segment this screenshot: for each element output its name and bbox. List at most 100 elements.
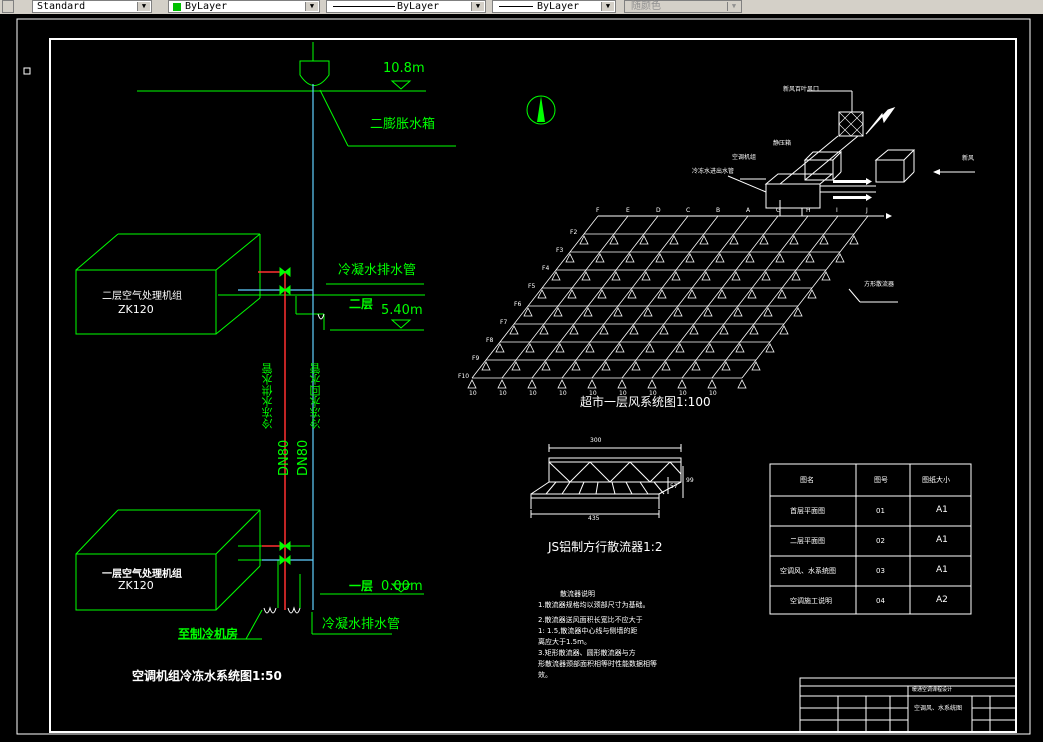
drawing-canvas[interactable]: 10.8m 二膨胀水箱 冷凝水排水管 二层 5.40m 二层空气处理机组 ZK1… xyxy=(0,14,1043,742)
row-label: F2 xyxy=(570,229,578,236)
bottom-label: 10 xyxy=(469,390,477,397)
color-value: ByLayer xyxy=(185,1,228,12)
row-label: F6 xyxy=(514,301,522,308)
chw-pipe-label: 冷冻水进出水管 xyxy=(692,168,735,175)
notes-line: 离应大于1.5m。 xyxy=(538,638,591,646)
dn-return-label: DN80 xyxy=(296,439,311,476)
column-label: J xyxy=(866,207,868,214)
north-arrow-icon xyxy=(526,95,556,125)
column-label: D xyxy=(656,207,661,214)
row-label: F3 xyxy=(556,247,564,254)
row-label: F9 xyxy=(472,355,480,362)
fresh-air-label: 新风 xyxy=(962,155,975,162)
dn-supply-label: DN80 xyxy=(277,439,292,476)
column-label: A xyxy=(746,207,751,214)
bottom-label: 10 xyxy=(559,390,567,397)
condensate-pipe-top-label: 冷凝水排水管 xyxy=(338,263,417,278)
row-label: F7 xyxy=(500,319,508,326)
table-cell: 02 xyxy=(876,537,885,545)
diffuser-icon xyxy=(587,379,597,389)
duct-branch xyxy=(711,215,839,379)
column-label: B xyxy=(716,207,721,214)
plot-style-dropdown[interactable]: 随颜色 ▼ xyxy=(624,0,742,13)
diffuser-icon xyxy=(737,379,747,389)
air-arrow-icons xyxy=(833,107,940,219)
diffuser-icon xyxy=(707,379,717,389)
table-cell: A1 xyxy=(936,505,948,515)
duct-branch xyxy=(501,215,629,379)
diffuser-icon xyxy=(467,379,477,389)
column-label: E xyxy=(626,207,630,214)
level-top-label: 10.8m xyxy=(383,61,425,76)
column-label: F xyxy=(596,207,600,214)
table-cell: 空调风、水系统图 xyxy=(780,567,836,575)
drawing-name: 空调风、水系统图 xyxy=(914,705,963,712)
table-cell: 空调施工说明 xyxy=(790,597,832,605)
level1-label: 0.00m xyxy=(381,579,423,594)
table-cell: 二层平面图 xyxy=(790,537,825,545)
dim-side-b-label: 99 xyxy=(686,477,694,484)
bottom-label: 10 xyxy=(679,390,687,397)
notes-line: 3.矩形散流器、圆形散流器与方 xyxy=(538,649,636,657)
duct-branch xyxy=(651,215,779,379)
silencer-label: 静压箱 xyxy=(773,140,792,147)
diffuser-type-label: 方形散流器 xyxy=(864,281,895,288)
color-dropdown[interactable]: ByLayer ▼ xyxy=(168,0,320,13)
table-cell: 04 xyxy=(876,597,885,605)
duct-branch xyxy=(471,215,599,379)
bottom-label: 10 xyxy=(619,390,627,397)
project-name: 暖通空调课程设计 xyxy=(912,687,953,693)
title-block xyxy=(799,677,1017,733)
floor1-label: 一层 xyxy=(349,579,374,593)
table-cell: 01 xyxy=(876,507,885,515)
supply-pipe-label: 冷冻水供水管 xyxy=(261,363,274,429)
table-header: 图号 xyxy=(874,476,888,484)
chiller-room-label: 至制冷机房 xyxy=(178,627,239,641)
outer-frame xyxy=(16,18,1031,735)
duct-branch xyxy=(741,215,869,379)
air-system-title: 超市一层风系统图1:100 xyxy=(580,395,711,409)
column-label: G xyxy=(776,207,781,214)
diffuser-icon xyxy=(617,379,627,389)
ahu1-model-label: ZK120 xyxy=(118,579,154,592)
chevron-down-icon[interactable]: ▼ xyxy=(727,2,740,11)
cad-drawing xyxy=(16,18,1031,735)
diffuser-detail-title: JS铝制方行散流器1:2 xyxy=(548,540,663,554)
row-label: F4 xyxy=(542,265,550,272)
level2-label: 5.40m xyxy=(381,303,423,318)
lineweight-dropdown[interactable]: ByLayer ▼ xyxy=(492,0,616,13)
bottom-label: 10 xyxy=(649,390,657,397)
diffuser-icon xyxy=(647,379,657,389)
lineweight-value: ByLayer xyxy=(537,1,580,12)
notes-line: 2.散流器送风面积长宽比不应大于 xyxy=(538,616,643,624)
diffuser-notes: 散流器说明 1.散流器规格均以颈部尺寸为基础。 2.散流器送风面积长宽比不应大于… xyxy=(538,589,698,681)
table-cell: 03 xyxy=(876,567,885,575)
notes-line: 形散流器颈部面积相等时性能数据相等 xyxy=(538,660,657,668)
diffuser-icon xyxy=(677,379,687,389)
chevron-down-icon[interactable]: ▼ xyxy=(471,2,484,11)
ahu2-model-label: ZK120 xyxy=(118,303,154,316)
column-label: I xyxy=(836,207,838,214)
duct-branch xyxy=(591,215,719,379)
notes-line: 1.散流器规格均以颈部尺寸为基础。 xyxy=(538,601,650,609)
linetype-dropdown[interactable]: ByLayer ▼ xyxy=(326,0,486,13)
chevron-down-icon[interactable]: ▼ xyxy=(137,2,150,11)
ahu-label: 空调机组 xyxy=(732,154,757,161)
chevron-down-icon[interactable]: ▼ xyxy=(305,2,318,11)
row-label: F10 xyxy=(458,373,470,380)
diffuser-icon xyxy=(557,379,567,389)
text-style-icon[interactable] xyxy=(2,0,14,13)
dim-bottom-label: 435 xyxy=(588,515,600,522)
ucs-marker xyxy=(23,67,31,75)
text-style-dropdown[interactable]: Standard ▼ xyxy=(32,0,152,13)
dim-side-a-label: 57 xyxy=(670,483,678,490)
properties-toolbar: Standard ▼ ByLayer ▼ ByLayer ▼ ByLayer ▼… xyxy=(0,0,1043,14)
chevron-down-icon[interactable]: ▼ xyxy=(601,2,614,11)
dim-top-label: 300 xyxy=(590,437,602,444)
return-pipe xyxy=(238,84,314,610)
table-header: 图纸大小 xyxy=(922,476,950,484)
notes-heading: 散流器说明 xyxy=(560,590,595,598)
fresh-inlet-label: 新风百叶风口 xyxy=(783,86,820,93)
return-pipe-label: 冷冻水回水管 xyxy=(309,363,322,429)
row-label: F8 xyxy=(486,337,494,344)
